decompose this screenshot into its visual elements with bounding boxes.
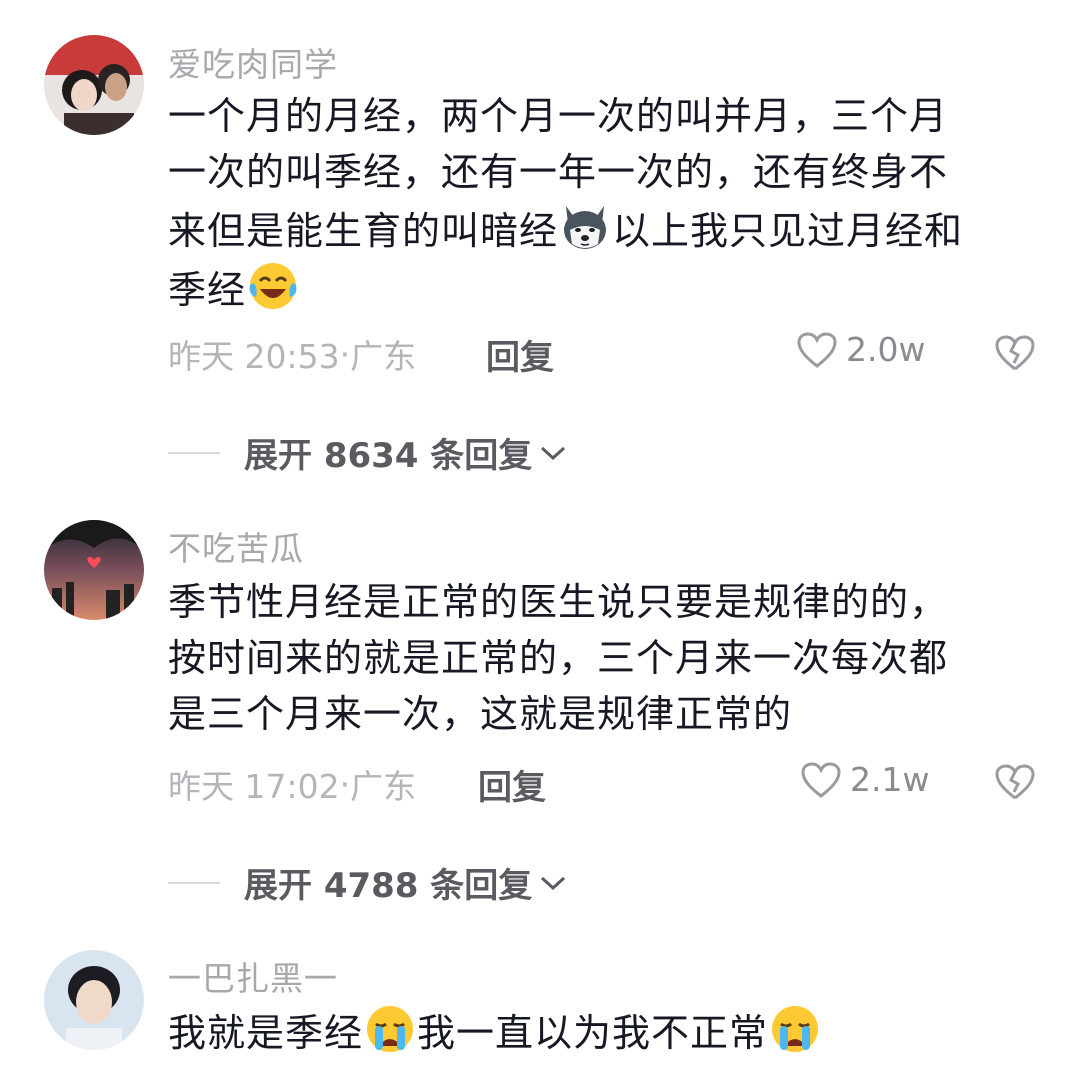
meta-separator: · — [339, 334, 351, 374]
expand-replies-button[interactable]: 展开 4788 条回复 — [168, 858, 568, 907]
chevron-down-icon — [541, 446, 566, 460]
avatar[interactable] — [44, 520, 144, 620]
divider-line — [168, 881, 220, 884]
comment-segment: 季经 — [168, 268, 247, 312]
crying-emoji — [768, 1002, 822, 1056]
like-count: 2.1w — [850, 760, 930, 799]
comment-line: 来但是能生育的叫暗经 以上我只见过月经和 — [168, 200, 1038, 259]
comment-time: 昨天 17:02 — [168, 767, 340, 806]
comment-line: 一个月的月经，两个月一次的叫并月，三个月 — [168, 94, 949, 138]
comment-location: 广东 — [350, 767, 417, 806]
heart-outline-icon — [797, 331, 837, 368]
comment-line: 按时间来的就是正常的，三个月来一次每次都 — [168, 636, 949, 680]
comment-line: 季节性月经是正常的医生说只要是规律的的， — [168, 580, 949, 624]
comment-segment: 以上我只见过月经和 — [612, 209, 964, 253]
comment-line: 季经 — [168, 259, 1038, 318]
expand-replies-label: 展开 4788 条回复 — [244, 866, 533, 906]
comment-username[interactable]: 不吃苦瓜 — [168, 522, 304, 570]
comment-username[interactable]: 一巴扎黑一 — [168, 952, 338, 1000]
chevron-down-icon — [541, 876, 566, 890]
broken-heart-icon[interactable] — [994, 762, 1036, 802]
meta-separator: · — [339, 764, 351, 804]
comment-segment: 我就是季经 — [168, 1011, 364, 1055]
comment-location: 广东 — [350, 337, 417, 376]
comment-line: 我就是季经 我一直以为我不正常 — [168, 1002, 1038, 1061]
comment-username[interactable]: 爱吃肉同学 — [168, 38, 338, 86]
crying-emoji — [363, 1002, 417, 1056]
comment-text: 季节性月经是正常的医生说只要是规律的的， 按时间来的就是正常的，三个月来一次每次… — [168, 574, 1038, 742]
avatar[interactable] — [44, 35, 144, 135]
comment-segment: 我一直以为我不正常 — [417, 1011, 769, 1055]
broken-heart-icon[interactable] — [994, 333, 1036, 373]
husky-dog-emoji — [558, 200, 612, 254]
reply-button[interactable]: 回复 — [478, 760, 546, 809]
avatar[interactable] — [44, 950, 144, 1050]
expand-replies-label: 展开 8634 条回复 — [244, 436, 533, 476]
like-button[interactable]: 2.0w — [796, 330, 925, 369]
comment-line: 一次的叫季经，还有一年一次的，还有终身不 — [168, 150, 949, 194]
heart-outline-icon — [801, 761, 841, 798]
expand-replies-button[interactable]: 展开 8634 条回复 — [168, 428, 568, 477]
laughing-tears-emoji — [246, 259, 300, 313]
comment-segment: 来但是能生育的叫暗经 — [168, 209, 559, 253]
comment-time: 昨天 20:53 — [168, 337, 340, 376]
divider-line — [168, 451, 220, 454]
comment-line: 是三个月来一次，这就是规律正常的 — [168, 692, 793, 736]
like-count: 2.0w — [846, 330, 926, 369]
comment-text: 我就是季经 我一直以为我不正常 — [168, 1002, 1038, 1061]
comment-text: 一个月的月经，两个月一次的叫并月，三个月 一次的叫季经，还有一年一次的，还有终身… — [168, 88, 1038, 318]
comment-meta: 昨天 20:53 · 广东 — [168, 330, 416, 378]
comment-meta: 昨天 17:02 · 广东 — [168, 760, 416, 808]
reply-button[interactable]: 回复 — [486, 330, 554, 379]
like-button[interactable]: 2.1w — [800, 760, 929, 799]
